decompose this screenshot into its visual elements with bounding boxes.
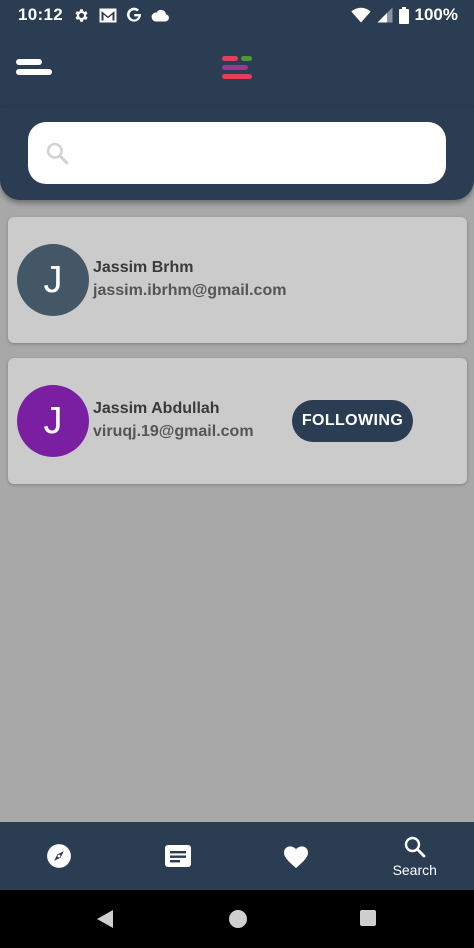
google-icon xyxy=(126,7,142,23)
user-email: jassim.ibrhm@gmail.com xyxy=(93,282,287,299)
recents-icon xyxy=(360,910,376,926)
avatar: J xyxy=(17,244,89,316)
user-name: Jassim Abdullah xyxy=(93,400,220,417)
compass-icon xyxy=(47,844,72,868)
nav-item-explore[interactable] xyxy=(0,822,119,890)
avatar-initial: J xyxy=(43,399,63,442)
back-icon xyxy=(97,910,113,928)
user-name: Jassim Brhm xyxy=(93,259,194,276)
user-card[interactable]: J Jassim Brhm jassim.ibrhm@gmail.com xyxy=(8,217,467,343)
home-icon xyxy=(229,910,247,928)
search-input[interactable] xyxy=(78,122,446,184)
gear-icon xyxy=(73,7,90,24)
gmail-icon xyxy=(99,8,117,23)
battery-percent: 100% xyxy=(414,5,458,24)
menu-icon xyxy=(16,59,52,75)
nav-item-articles[interactable] xyxy=(119,822,238,890)
app-bar xyxy=(0,30,474,108)
status-system-icons: 100% xyxy=(350,5,458,25)
user-list: J Jassim Brhm jassim.ibrhm@gmail.com J J… xyxy=(8,217,467,499)
nav-label-search: Search xyxy=(392,861,437,878)
menu-button[interactable] xyxy=(14,54,54,80)
system-nav-bar xyxy=(0,890,474,948)
battery-icon xyxy=(398,6,409,24)
app-logo xyxy=(218,54,256,82)
bottom-nav: Search xyxy=(0,822,474,890)
cloud-icon xyxy=(151,9,170,22)
avatar: J xyxy=(17,385,89,457)
status-time: 10:12 xyxy=(18,5,63,24)
recents-button[interactable] xyxy=(359,909,377,932)
cell-signal-icon xyxy=(377,7,393,23)
home-button[interactable] xyxy=(228,909,248,934)
back-button[interactable] xyxy=(96,909,114,934)
nav-item-search[interactable]: Search xyxy=(356,822,474,890)
status-bar: 10:12 100% xyxy=(0,0,474,30)
search-box[interactable] xyxy=(28,122,446,184)
heart-icon xyxy=(284,846,309,869)
wifi-icon xyxy=(350,7,371,23)
search-icon xyxy=(404,836,426,857)
search-panel xyxy=(0,108,474,200)
search-icon xyxy=(44,140,70,166)
nav-item-favorites[interactable] xyxy=(237,822,356,890)
avatar-initial: J xyxy=(43,258,63,301)
status-notification-icons xyxy=(73,7,170,24)
user-card[interactable]: J Jassim Abdullah viruqj.19@gmail.com FO… xyxy=(8,358,467,484)
following-button[interactable]: FOLLOWING xyxy=(292,400,413,442)
user-email: viruqj.19@gmail.com xyxy=(93,423,254,440)
article-icon xyxy=(164,845,191,867)
